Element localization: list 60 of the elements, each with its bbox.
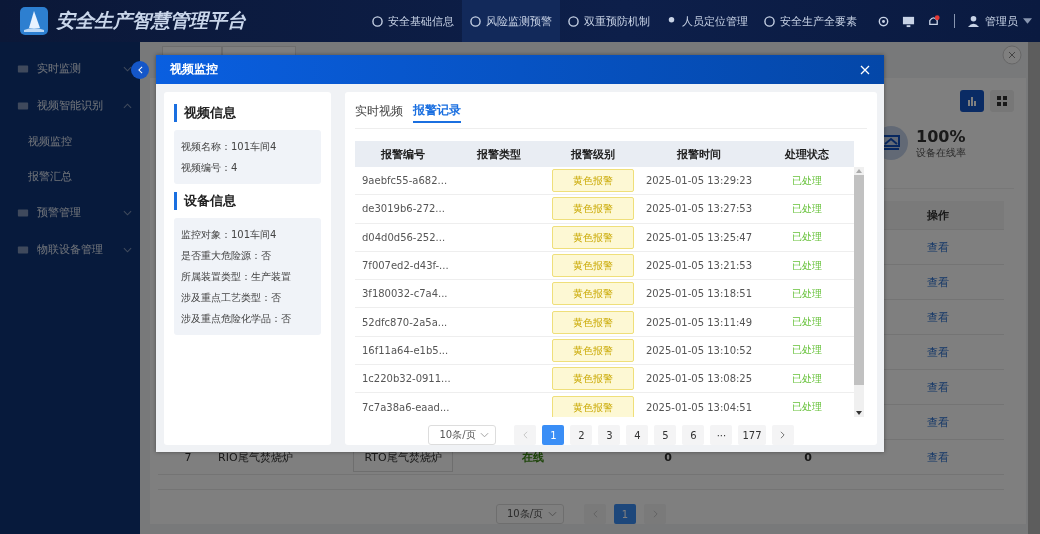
- stat-label: 设备在线率: [916, 145, 966, 160]
- table-cell: 7: [184, 450, 192, 464]
- status-text: 已处理: [791, 173, 822, 188]
- level-tag: 黄色报警: [552, 395, 634, 417]
- column-header: 操作: [927, 207, 949, 223]
- level-tag: 黄色报警: [552, 197, 634, 221]
- info-field: 是否重大危险源：否: [181, 245, 314, 266]
- table-cell: 2025-01-05 13:08:25: [645, 373, 753, 385]
- status-text: 已处理: [791, 343, 822, 358]
- table-cell-text: 7f007ed2-d43f-...: [361, 260, 449, 272]
- info-field: 涉及重点工艺类型：否: [181, 287, 314, 308]
- column-header: 报警时间: [677, 146, 721, 162]
- table-cell: 2025-01-05 13:10:52: [645, 344, 753, 356]
- info-field: 所属装置类型：生产装置: [181, 266, 314, 287]
- column-header: 处理状态: [784, 146, 829, 162]
- table-cell-text: d04d0d56-252...: [361, 231, 446, 243]
- table-cell-text: 1c220b32-0911...: [361, 373, 451, 385]
- status-text: 已处理: [791, 286, 822, 301]
- status-text: 已处理: [791, 400, 822, 414]
- table-cell: 2025-01-05 13:11:49: [645, 316, 753, 328]
- table-cell: 0: [664, 450, 672, 464]
- info-field: 监控对象：101车间4: [181, 224, 314, 245]
- info-field: 视频名称：101车间4: [181, 136, 314, 157]
- table-cell-text: 3f180032-c7a4...: [361, 288, 448, 300]
- status-text: 在线: [522, 449, 544, 465]
- table-cell: 2025-01-05 13:04:51: [645, 401, 753, 413]
- level-tag: 黄色报警: [552, 169, 634, 193]
- column-header: 报警级别: [571, 146, 615, 162]
- column-header: 报警类型: [477, 146, 521, 162]
- status-text: 已处理: [791, 258, 822, 273]
- app-title: 安全生产智慧管理平台: [56, 8, 246, 33]
- table-cell-text: 7c7a38a6-eaad...: [361, 401, 450, 413]
- table-cell: RIO尾气焚烧炉: [218, 449, 293, 465]
- table-cell: 0: [804, 450, 812, 464]
- table-cell: 2025-01-05 13:29:23: [645, 175, 753, 187]
- table-cell: 2025-01-05 13:21:53: [645, 260, 753, 272]
- status-text: 已处理: [791, 230, 822, 245]
- table-cell-text: 52dfc870-2a5a...: [361, 316, 448, 328]
- table-cell-text: de3019b6-272...: [361, 203, 445, 215]
- table-cell-text: 16f11a64-e1b5...: [361, 344, 449, 356]
- level-tag: 黄色报警: [552, 338, 634, 362]
- level-tag: 黄色报警: [552, 310, 634, 334]
- dialog-title: 视频监控: [170, 61, 218, 78]
- level-tag: 黄色报警: [552, 367, 634, 391]
- section-title: 设备信息: [174, 192, 321, 210]
- info-field: 视频编号：4: [181, 157, 314, 178]
- section-title: 视频信息: [174, 104, 321, 122]
- table-cell: 2025-01-05 13:27:53: [645, 203, 753, 215]
- table-cell-text: 9aebfc55-a682...: [361, 175, 448, 187]
- info-field: 涉及重点危险化学品：否: [181, 308, 314, 329]
- column-header: 报警编号: [381, 146, 425, 162]
- status-text: 已处理: [791, 201, 822, 216]
- table-cell: 2025-01-05 13:25:47: [645, 231, 753, 243]
- status-text: 已处理: [791, 371, 822, 386]
- table-cell: 2025-01-05 13:18:51: [645, 288, 753, 300]
- level-tag: 黄色报警: [552, 254, 634, 278]
- level-tag: 黄色报警: [552, 282, 634, 306]
- stat-value: 100%: [916, 126, 966, 146]
- status-text: 已处理: [791, 315, 822, 330]
- level-tag: 黄色报警: [552, 225, 634, 249]
